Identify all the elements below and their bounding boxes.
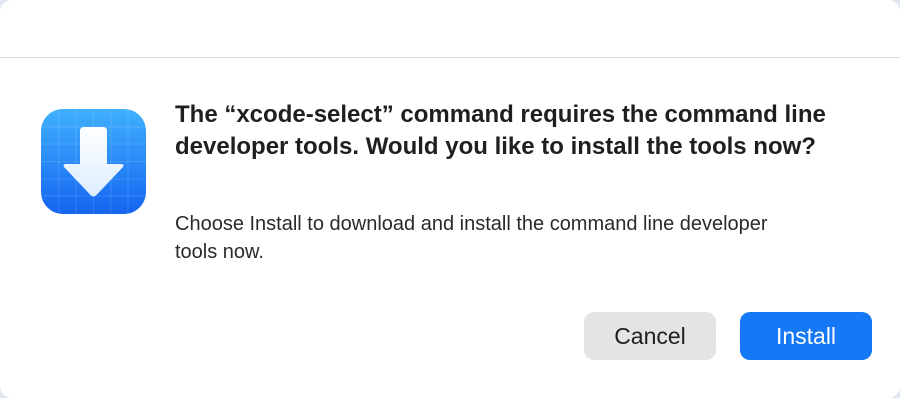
install-dialog: The “xcode-select” command requires the …: [0, 0, 900, 398]
dialog-message: Choose Install to download and install t…: [175, 213, 768, 263]
title-divider: [0, 57, 900, 58]
cancel-button[interactable]: Cancel: [584, 312, 716, 360]
install-button[interactable]: Install: [740, 312, 872, 360]
dialog-title-bar: [0, 0, 900, 57]
download-arrow-icon: [41, 109, 146, 214]
dialog-headline: The “xcode-select” command requires the …: [175, 101, 826, 160]
